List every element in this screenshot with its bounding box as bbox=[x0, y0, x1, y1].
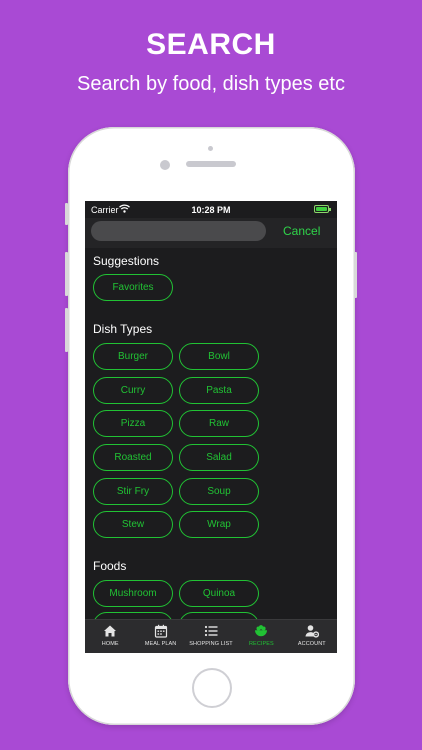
phone-home-button bbox=[192, 668, 232, 708]
chip-partial[interactable] bbox=[93, 612, 173, 619]
phone-sensor bbox=[208, 146, 213, 151]
tab-meal-plan[interactable]: MEAL PLAN bbox=[135, 620, 185, 653]
status-bar: Carrier 10:28 PM bbox=[85, 201, 337, 218]
app-screen: Carrier 10:28 PM Cancel Suggestions Favo… bbox=[85, 201, 337, 653]
chip-partial[interactable] bbox=[179, 612, 259, 619]
chip-bowl[interactable]: Bowl bbox=[179, 343, 259, 370]
tab-label: RECIPES bbox=[248, 641, 274, 647]
promo-title: SEARCH bbox=[146, 28, 276, 61]
tab-shopping-list[interactable]: SHOPPING LIST bbox=[186, 620, 236, 653]
tab-account[interactable]: ACCOUNT bbox=[287, 620, 337, 653]
tab-label: ACCOUNT bbox=[297, 641, 326, 647]
search-content[interactable]: Suggestions Favorites Dish Types Burger … bbox=[85, 248, 337, 619]
cancel-button[interactable]: Cancel bbox=[283, 224, 320, 238]
search-input[interactable] bbox=[91, 221, 266, 241]
chip-stir-fry[interactable]: Stir Fry bbox=[93, 478, 173, 505]
chip-pizza[interactable]: Pizza bbox=[93, 410, 173, 437]
tab-bar: HOME MEAL PLAN SHOPPING LIST RECIPES ACC… bbox=[85, 619, 337, 653]
chip-pasta[interactable]: Pasta bbox=[179, 377, 259, 404]
chip-roasted[interactable]: Roasted bbox=[93, 444, 173, 471]
list-icon bbox=[204, 625, 218, 637]
phone-camera bbox=[160, 160, 170, 170]
tab-label: MEAL PLAN bbox=[144, 641, 177, 647]
chip-favorites[interactable]: Favorites bbox=[93, 274, 173, 301]
search-bar: Cancel bbox=[85, 218, 337, 248]
battery-icon bbox=[314, 205, 331, 213]
chip-soup[interactable]: Soup bbox=[179, 478, 259, 505]
suggestions-heading: Suggestions bbox=[93, 254, 160, 268]
foods-heading: Foods bbox=[93, 559, 127, 573]
clock-time: 10:28 PM bbox=[191, 205, 231, 215]
tab-recipes[interactable]: RECIPES bbox=[236, 620, 286, 653]
chip-mushroom[interactable]: Mushroom bbox=[93, 580, 173, 607]
phone-side-button bbox=[65, 252, 68, 296]
chip-wrap[interactable]: Wrap bbox=[179, 511, 259, 538]
tab-label: SHOPPING LIST bbox=[189, 641, 233, 647]
chip-stew[interactable]: Stew bbox=[93, 511, 173, 538]
chip-salad[interactable]: Salad bbox=[179, 444, 259, 471]
tab-label: HOME bbox=[101, 641, 119, 647]
calendar-icon bbox=[154, 624, 167, 638]
bowl-icon bbox=[255, 625, 268, 637]
phone-speaker bbox=[186, 161, 236, 167]
home-icon bbox=[104, 625, 117, 637]
phone-side-button bbox=[65, 308, 68, 352]
phone-side-button bbox=[65, 203, 68, 225]
chip-quinoa[interactable]: Quinoa bbox=[179, 580, 259, 607]
chip-curry[interactable]: Curry bbox=[93, 377, 173, 404]
chip-raw[interactable]: Raw bbox=[179, 410, 259, 437]
account-gear-icon bbox=[305, 625, 319, 638]
dish-types-heading: Dish Types bbox=[93, 322, 153, 336]
chip-burger[interactable]: Burger bbox=[93, 343, 173, 370]
promo-subtitle: Search by food, dish types etc bbox=[77, 73, 345, 95]
tab-home[interactable]: HOME bbox=[85, 620, 135, 653]
phone-side-button bbox=[354, 252, 357, 298]
